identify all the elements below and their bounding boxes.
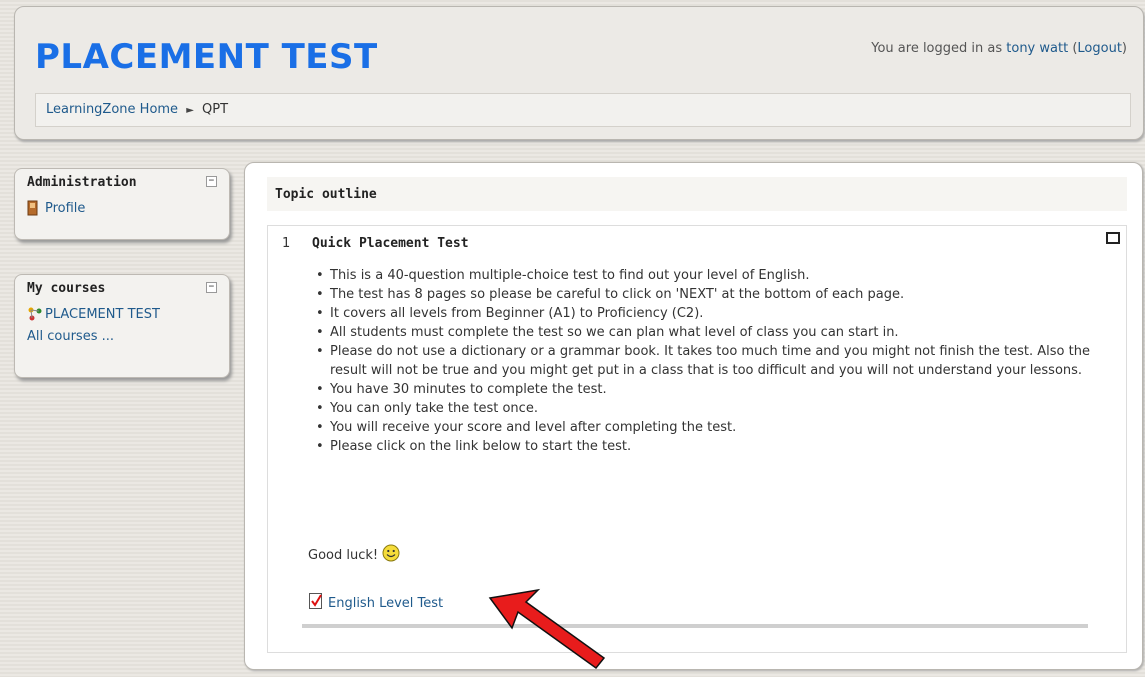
list-item: You have 30 minutes to complete the test… bbox=[316, 380, 1106, 399]
english-level-test-row[interactable]: English Level Test bbox=[308, 592, 443, 614]
login-info: You are logged in as tony watt (Logout) bbox=[871, 41, 1127, 56]
administration-block: Administration − Profile bbox=[14, 168, 230, 240]
administration-block-header: Administration − bbox=[15, 169, 229, 195]
breadcrumb: LearningZone Home ► QPT bbox=[35, 93, 1131, 127]
all-courses-item[interactable]: All courses ... bbox=[27, 325, 217, 347]
quiz-icon bbox=[308, 592, 324, 614]
my-courses-block-header: My courses − bbox=[15, 275, 229, 301]
profile-link[interactable]: Profile bbox=[45, 201, 85, 216]
all-courses-link[interactable]: All courses ... bbox=[27, 329, 114, 344]
main-content: Topic outline 1 Quick Placement Test Thi… bbox=[244, 162, 1143, 670]
list-item: The test has 8 pages so please be carefu… bbox=[316, 285, 1106, 304]
smiley-icon bbox=[382, 544, 400, 566]
list-item: You can only take the test once. bbox=[316, 399, 1106, 418]
red-arrow-annotation bbox=[488, 588, 606, 670]
list-item: Please do not use a dictionary or a gram… bbox=[316, 342, 1106, 380]
user-name-link[interactable]: tony watt bbox=[1006, 41, 1068, 56]
collapse-icon[interactable]: − bbox=[206, 282, 217, 293]
breadcrumb-current: QPT bbox=[202, 102, 229, 117]
collapse-icon[interactable]: − bbox=[206, 176, 217, 187]
list-item: It covers all levels from Beginner (A1) … bbox=[316, 304, 1106, 323]
list-item: You will receive your score and level af… bbox=[316, 418, 1106, 437]
instructions-list: This is a 40-question multiple-choice te… bbox=[316, 266, 1106, 456]
english-level-test-link[interactable]: English Level Test bbox=[328, 596, 443, 611]
logout-link[interactable]: Logout bbox=[1077, 41, 1122, 56]
my-courses-block: My courses − PLACEMENT TEST All courses … bbox=[14, 274, 230, 378]
placement-test-course-link[interactable]: PLACEMENT TEST bbox=[45, 307, 160, 322]
logout-paren-close: ) bbox=[1121, 41, 1127, 56]
section-number: 1 bbox=[282, 236, 291, 251]
profile-icon bbox=[27, 200, 45, 216]
list-item: All students must complete the test so w… bbox=[316, 323, 1106, 342]
my-courses-title: My courses bbox=[27, 281, 106, 296]
sidebar-item-placement-test[interactable]: PLACEMENT TEST bbox=[27, 303, 217, 325]
topic-outline-header: Topic outline bbox=[267, 177, 1127, 211]
page-header: PLACEMENT TEST You are logged in as tony… bbox=[14, 6, 1144, 140]
site-title: PLACEMENT TEST bbox=[35, 37, 378, 77]
breadcrumb-separator: ► bbox=[186, 105, 194, 116]
sidebar-item-profile[interactable]: Profile bbox=[27, 197, 217, 219]
section-divider bbox=[302, 624, 1088, 628]
list-item: This is a 40-question multiple-choice te… bbox=[316, 266, 1106, 285]
breadcrumb-home-link[interactable]: LearningZone Home bbox=[46, 102, 178, 117]
list-item: Please click on the link below to start … bbox=[316, 437, 1106, 456]
course-icon bbox=[27, 306, 45, 322]
good-luck-text-row: Good luck! bbox=[308, 544, 400, 566]
good-luck-text: Good luck! bbox=[308, 547, 379, 563]
section-title: Quick Placement Test bbox=[312, 236, 469, 251]
topic-section: 1 Quick Placement Test This is a 40-ques… bbox=[267, 225, 1127, 653]
administration-title: Administration bbox=[27, 175, 137, 190]
highlight-square-icon[interactable] bbox=[1106, 232, 1120, 244]
login-prefix: You are logged in as bbox=[871, 41, 1003, 56]
